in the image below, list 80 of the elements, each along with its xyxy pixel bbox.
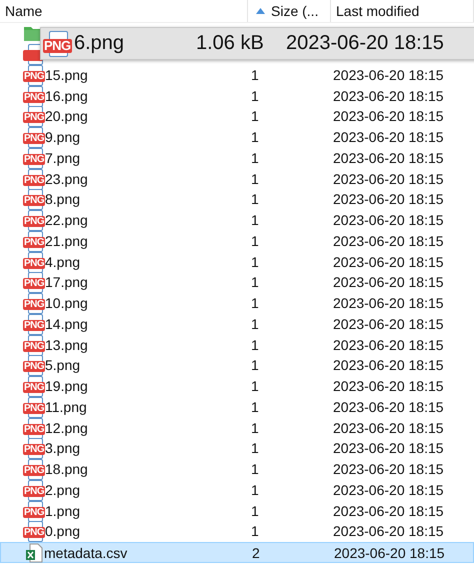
selected-row[interactable]: metadata.csv 2 2023-06-20 18:15 bbox=[0, 542, 474, 562]
file-size: 1 bbox=[251, 482, 259, 498]
modified-date: 2023-06-20 18:15 bbox=[334, 544, 445, 561]
file-size: 2 bbox=[252, 544, 260, 561]
modified-date: 2023-06-20 18:15 bbox=[333, 523, 444, 540]
file-name: 6.png bbox=[74, 32, 124, 55]
modified-date: 2023-06-20 18:15 bbox=[333, 461, 444, 478]
file-name[interactable]: 11.png bbox=[45, 398, 87, 415]
file-size: 1.06 kB bbox=[196, 32, 265, 55]
file-size: 1 bbox=[251, 254, 259, 270]
file-size: 1 bbox=[251, 108, 259, 124]
modified-date: 2023-06-20 18:15 bbox=[333, 254, 444, 270]
file-size: 1 bbox=[251, 336, 259, 353]
file-size: 1 bbox=[251, 212, 259, 228]
file-size: 1 bbox=[251, 357, 259, 374]
modified-date: 2023-06-20 18:15 bbox=[333, 502, 444, 519]
file-name[interactable]: 5.png bbox=[45, 357, 80, 374]
spreadsheet-file-icon bbox=[24, 542, 44, 563]
file-size: 1 bbox=[251, 150, 259, 166]
modified-date: 2023-06-20 18:15 bbox=[333, 482, 444, 498]
file-name[interactable]: 9.png bbox=[45, 129, 80, 146]
file-name[interactable]: metadata.csv bbox=[44, 544, 128, 561]
file-name[interactable]: 15.png bbox=[45, 66, 88, 83]
modified-date: 2023-06-20 18:15 bbox=[333, 295, 444, 312]
modified-date: 2023-06-20 18:15 bbox=[333, 150, 444, 166]
modified-date: 2023-06-20 18:15 bbox=[333, 336, 444, 353]
file-name[interactable]: 1.png bbox=[45, 502, 80, 519]
modified-date: 2023-06-20 18:15 bbox=[333, 232, 444, 249]
file-name[interactable]: 22.png bbox=[45, 212, 88, 228]
modified-date: 2023-06-20 18:15 bbox=[333, 108, 444, 124]
file-size: 1 bbox=[251, 191, 259, 208]
file-name[interactable]: 16.png bbox=[45, 88, 88, 104]
file-size: 1 bbox=[251, 502, 259, 519]
file-name[interactable]: 19.png bbox=[45, 378, 88, 394]
modified-date: 2023-06-20 18:15 bbox=[333, 378, 444, 394]
file-name[interactable]: 7.png bbox=[45, 150, 80, 166]
modified-date: 2023-06-20 18:15 bbox=[333, 88, 444, 104]
file-size: 1 bbox=[251, 170, 259, 187]
file-size: 1 bbox=[251, 461, 259, 478]
modified-date: 2023-06-20 18:15 bbox=[333, 274, 444, 290]
modified-date: 2023-06-20 18:15 bbox=[333, 170, 444, 187]
file-size: 1 bbox=[251, 295, 259, 312]
file-name[interactable]: 18.png bbox=[45, 461, 88, 478]
modified-date: 2023-06-20 18:15 bbox=[333, 66, 444, 83]
column-header[interactable]: Last modified bbox=[336, 3, 420, 19]
file-size: 1 bbox=[251, 398, 259, 415]
file-size: 1 bbox=[251, 232, 259, 249]
modified-date: 2023-06-20 18:15 bbox=[333, 212, 444, 228]
file-size: 1 bbox=[251, 66, 259, 83]
file-name[interactable]: 20.png bbox=[45, 108, 88, 124]
file-name[interactable]: 2.png bbox=[45, 482, 80, 498]
file-name[interactable]: 12.png bbox=[45, 420, 88, 436]
column-header[interactable]: Name bbox=[5, 3, 42, 19]
modified-date: 2023-06-20 18:15 bbox=[286, 32, 445, 55]
modified-date: 2023-06-20 18:15 bbox=[333, 129, 444, 146]
file-name[interactable]: 21.png bbox=[45, 232, 88, 249]
file-name[interactable]: 10.png bbox=[45, 295, 88, 312]
column-header[interactable]: Size (... bbox=[271, 3, 318, 19]
modified-date: 2023-06-20 18:15 bbox=[333, 398, 444, 415]
file-size: 1 bbox=[251, 378, 259, 394]
file-name[interactable]: 0.png bbox=[45, 523, 80, 540]
file-name[interactable]: 3.png bbox=[45, 440, 80, 456]
file-name[interactable]: 14.png bbox=[45, 316, 88, 332]
file-size: 1 bbox=[251, 316, 259, 332]
modified-date: 2023-06-20 18:15 bbox=[333, 357, 444, 374]
file-size: 1 bbox=[251, 129, 259, 146]
file-size: 1 bbox=[251, 88, 259, 104]
file-size: 1 bbox=[251, 420, 259, 436]
modified-date: 2023-06-20 18:15 bbox=[333, 440, 444, 456]
file-size: 1 bbox=[251, 523, 259, 540]
file-name[interactable]: 17.png bbox=[45, 274, 88, 290]
modified-date: 2023-06-20 18:15 bbox=[333, 316, 444, 332]
file-name[interactable]: 8.png bbox=[45, 191, 80, 208]
modified-date: 2023-06-20 18:15 bbox=[333, 191, 444, 208]
file-name[interactable]: 4.png bbox=[45, 254, 80, 270]
file-size: 1 bbox=[251, 440, 259, 456]
file-size: 1 bbox=[251, 274, 259, 290]
modified-date: 2023-06-20 18:15 bbox=[333, 420, 444, 436]
file-name[interactable]: 23.png bbox=[45, 170, 88, 187]
file-name[interactable]: 13.png bbox=[45, 336, 88, 353]
